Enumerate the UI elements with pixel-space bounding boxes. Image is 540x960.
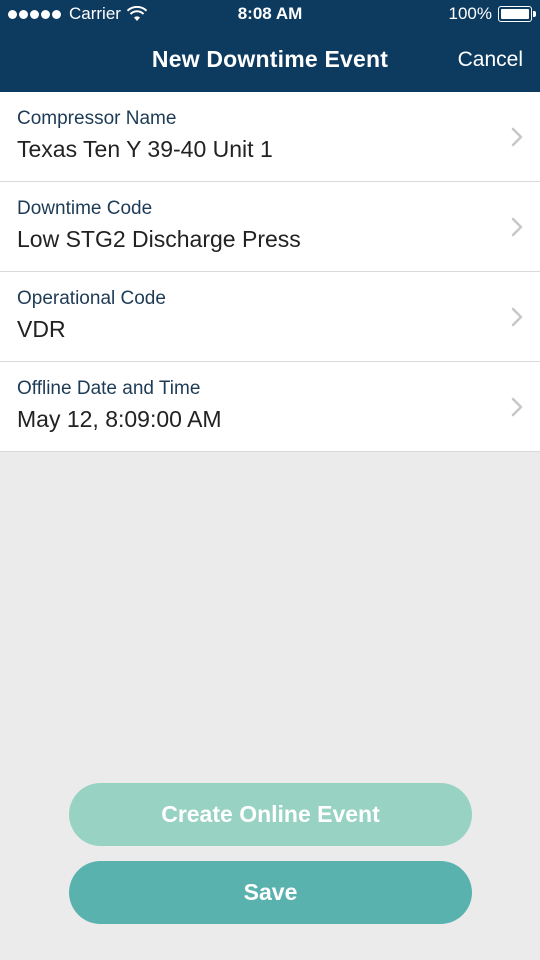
row-value: May 12, 8:09:00 AM <box>17 406 222 432</box>
battery-fill <box>501 9 529 19</box>
row-value: VDR <box>17 316 66 342</box>
battery-percent: 100% <box>448 4 492 23</box>
downtime-code-row[interactable]: Downtime Code Low STG2 Discharge Press <box>0 182 540 272</box>
app-header: Carrier 8:08 AM 100% New Downtime Event … <box>0 0 540 92</box>
offline-date-time-row[interactable]: Offline Date and Time May 12, 8:09:00 AM <box>0 362 540 452</box>
save-button[interactable]: Save <box>69 861 472 924</box>
row-value: Low STG2 Discharge Press <box>17 226 301 252</box>
chevron-right-icon <box>511 127 523 147</box>
status-bar: Carrier 8:08 AM 100% <box>0 0 540 30</box>
create-online-event-button[interactable]: Create Online Event <box>69 783 472 846</box>
status-right: 100% <box>448 4 536 24</box>
row-label: Downtime Code <box>17 198 153 219</box>
chevron-right-icon <box>511 397 523 417</box>
row-label: Compressor Name <box>17 108 177 129</box>
row-value: Texas Ten Y 39-40 Unit 1 <box>17 136 273 162</box>
row-label: Offline Date and Time <box>17 378 201 399</box>
action-buttons: Create Online Event Save <box>69 783 472 924</box>
row-label: Operational Code <box>17 288 166 309</box>
chevron-right-icon <box>511 217 523 237</box>
compressor-name-row[interactable]: Compressor Name Texas Ten Y 39-40 Unit 1 <box>0 92 540 182</box>
battery-icon <box>498 6 536 22</box>
operational-code-row[interactable]: Operational Code VDR <box>0 272 540 362</box>
chevron-right-icon <box>511 307 523 327</box>
form-list: Compressor Name Texas Ten Y 39-40 Unit 1… <box>0 92 540 452</box>
cancel-button[interactable]: Cancel <box>458 48 523 72</box>
